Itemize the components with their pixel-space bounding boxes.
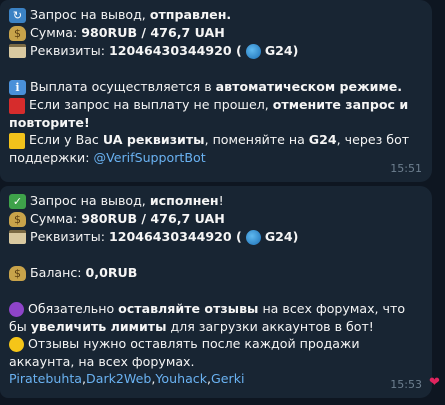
ua-prefix: Если у Вас — [29, 132, 103, 147]
info-icon: i — [9, 79, 26, 95]
requisites-label: Реквизиты: — [30, 43, 105, 59]
requisites-value: 12046430344920 ( — [108, 43, 242, 59]
ua-g24: G24 — [308, 132, 337, 147]
message-bubble-1[interactable]: ↻ Запрос на вывод, отправлен. $ Сумма: 9… — [0, 0, 432, 182]
reviews-value-2: увеличить лимиты — [30, 318, 167, 334]
ua-value: UA реквизиты — [102, 132, 205, 147]
reviews-paragraph: Обязательно оставляйте отзывы на всех фо… — [9, 300, 422, 335]
amount-value: 980RUB / 476,7 UAH — [81, 25, 225, 41]
info-line: i Выплата осуществляется в автоматическо… — [9, 78, 422, 96]
status-value: отправлен. — [149, 7, 232, 23]
money-bag-icon: $ — [9, 25, 26, 41]
status-value: исполнен — [149, 193, 219, 209]
money-bag-icon: $ — [9, 265, 26, 281]
info-value: автоматическом режиме. — [215, 79, 403, 95]
reviews-tail: для загрузки аккаунтов в бот! — [166, 318, 374, 334]
credit-card-icon — [9, 230, 26, 244]
amount-line: $ Сумма: 980RUB / 476,7 UAH — [9, 24, 422, 42]
heart-icon[interactable]: ❤ — [429, 376, 443, 390]
ua-paragraph: Если у Вас UA реквизиты, поменяйте на G2… — [9, 131, 422, 166]
after-sale-paragraph: Отзывы нужно оставлять после каждой прод… — [9, 335, 422, 370]
status-prefix: Запрос на вывод, — [30, 7, 146, 23]
requisites-line: Реквизиты: 12046430344920 ( G24) — [9, 42, 422, 60]
money-bag-icon: $ — [9, 211, 26, 227]
requisites-tail: G24) — [264, 229, 299, 245]
requisites-line: Реквизиты: 12046430344920 ( G24) — [9, 228, 422, 246]
requisites-value: 12046430344920 ( — [108, 229, 242, 245]
message-bubble-2[interactable]: ✓ Запрос на вывод, исполнен! $ Сумма: 98… — [0, 186, 432, 398]
status-suffix: ! — [218, 193, 224, 209]
forum-link-piratebuhta[interactable]: Piratebuhta — [9, 370, 82, 388]
balance-line: $ Баланс: 0,0RUB — [9, 264, 422, 282]
message-timestamp: 15:51 — [390, 161, 422, 175]
check-mark-icon: ✓ — [9, 193, 26, 209]
amount-label: Сумма: — [30, 211, 78, 227]
withdraw-status-line: ✓ Запрос на вывод, исполнен! — [9, 192, 422, 210]
forum-link-dark2web[interactable]: Dark2Web — [86, 370, 151, 388]
reviews-prefix: Обязательно — [28, 301, 119, 316]
forum-link-youhack[interactable]: Youhack — [155, 370, 207, 388]
amount-line: $ Сумма: 980RUB / 476,7 UAH — [9, 210, 422, 228]
requisites-tail: G24) — [264, 43, 299, 59]
forum-link-gerki[interactable]: Gerki — [211, 370, 244, 388]
requisites-label: Реквизиты: — [30, 229, 105, 245]
status-prefix: Запрос на вывод, — [30, 193, 146, 209]
support-bot-link[interactable]: @VerifSupportBot — [93, 150, 205, 165]
red-square-icon — [9, 97, 25, 114]
amount-label: Сумма: — [30, 25, 78, 41]
refresh-icon: ↻ — [9, 7, 26, 23]
after-sale-text: Отзывы нужно оставлять после каждой прод… — [9, 336, 360, 369]
fail-prefix: Если запрос на выплату не прошел, — [29, 97, 273, 112]
globe-icon — [245, 43, 261, 59]
reviews-value: оставляйте отзывы — [118, 301, 259, 316]
yellow-circle-icon — [9, 337, 24, 352]
credit-card-icon — [9, 44, 26, 58]
purple-circle-icon — [9, 302, 24, 317]
info-prefix: Выплата осуществляется в — [30, 79, 212, 95]
yellow-square-icon — [9, 132, 25, 149]
globe-icon — [245, 229, 261, 245]
forum-links: Piratebuhta, Dark2Web, Youhack, Gerki — [9, 370, 245, 388]
balance-value: 0,0RUB — [85, 265, 138, 281]
balance-label: Баланс: — [30, 265, 82, 281]
amount-value: 980RUB / 476,7 UAH — [81, 211, 225, 227]
fail-paragraph: Если запрос на выплату не прошел, отмени… — [9, 96, 422, 131]
withdraw-status-line: ↻ Запрос на вывод, отправлен. — [9, 6, 422, 24]
ua-mid: , поменяйте на — [204, 132, 309, 147]
message-timestamp: 15:53 — [390, 377, 422, 391]
